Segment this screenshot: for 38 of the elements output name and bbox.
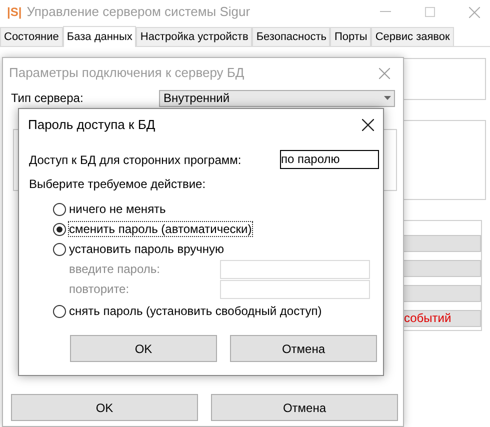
- prompt-text: Выберите требуемое действие:: [28, 176, 206, 193]
- app-logo: |S|: [7, 4, 22, 21]
- radio-option[interactable]: ничего не менять: [53, 199, 166, 219]
- tab[interactable]: База данных: [62, 26, 136, 47]
- radio-button[interactable]: [53, 202, 66, 216]
- side-button[interactable]: [403, 260, 481, 277]
- side-button[interactable]: [403, 285, 481, 302]
- tab[interactable]: Сервис заявок: [371, 27, 454, 46]
- dialog-button[interactable]: OK: [11, 394, 198, 421]
- tab[interactable]: Безопасность: [252, 27, 330, 46]
- dialog-button[interactable]: OK: [70, 335, 217, 362]
- field-label: Доступ к БД для сторонних программ:: [29, 152, 242, 168]
- minimize-icon[interactable]: [380, 11, 391, 13]
- side-button[interactable]: событий: [403, 310, 481, 327]
- radio-option[interactable]: установить пароль вручную: [53, 239, 224, 259]
- field-label: повторите:: [69, 281, 130, 298]
- access-field: по паролю: [280, 150, 379, 169]
- side-button[interactable]: [403, 235, 481, 252]
- field-label: Тип сервера:: [11, 90, 84, 107]
- radio-option[interactable]: снять пароль (установить свободный доступ): [53, 301, 322, 321]
- tab[interactable]: Настройка устройств: [136, 27, 252, 46]
- dialog-button[interactable]: Отмена: [211, 394, 398, 421]
- dialog-button[interactable]: Отмена: [230, 335, 377, 362]
- maximize-icon[interactable]: [425, 7, 435, 17]
- tab[interactable]: Состояние: [0, 27, 63, 46]
- close-icon[interactable]: [362, 119, 374, 131]
- dropdown-value: Внутренний: [162, 90, 230, 106]
- radio-button[interactable]: [53, 242, 66, 256]
- dialog-title: Параметры подключения к серверу БД: [9, 64, 244, 82]
- radio-option[interactable]: сменить пароль (автоматически): [53, 219, 252, 239]
- field-label: введите пароль:: [69, 261, 161, 278]
- window-title: Управление сервером системы Sigur: [26, 3, 250, 22]
- caret-icon: [384, 96, 391, 100]
- server-type-dropdown[interactable]: Внутренний: [159, 90, 395, 106]
- radio-button[interactable]: [53, 304, 66, 318]
- dialog-title: Пароль доступа к БД: [28, 116, 156, 134]
- radio-button[interactable]: [53, 222, 66, 236]
- tab[interactable]: Порты: [330, 27, 372, 46]
